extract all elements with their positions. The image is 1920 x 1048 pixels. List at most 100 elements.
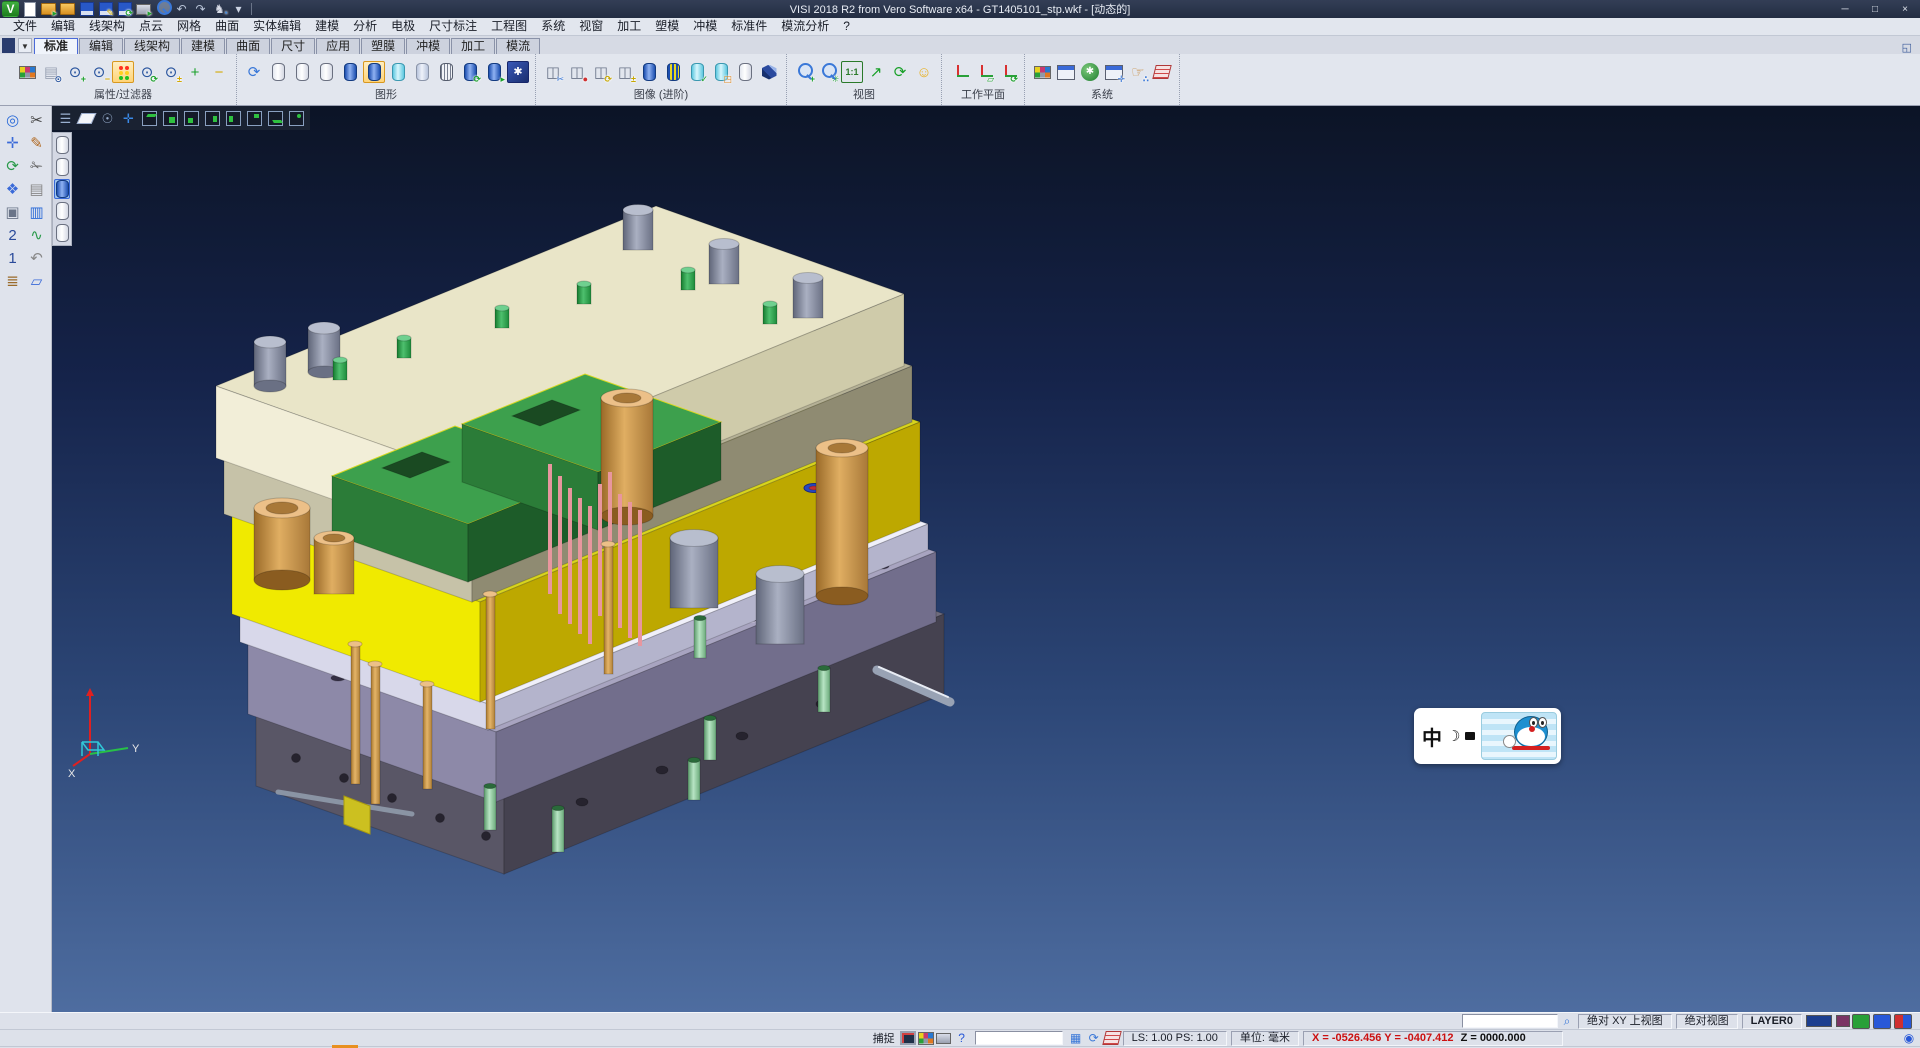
display-tools-icon[interactable]: ✱ [507, 61, 529, 83]
tab-5[interactable]: 尺寸 [271, 38, 315, 54]
invert-visibility-icon[interactable]: ⊙± [160, 61, 182, 83]
rotate-icon[interactable]: ⟳ [2, 155, 24, 177]
solid-select-icon[interactable]: ◫✂ [542, 61, 564, 83]
open-recent-icon[interactable] [59, 1, 76, 17]
menu-item-18[interactable]: 模流分析 [774, 18, 836, 35]
screen-toggle-icon[interactable] [899, 1031, 917, 1046]
absolute-view-segment[interactable]: 绝对视图 [1676, 1014, 1738, 1029]
shaded-display-icon[interactable] [339, 61, 361, 83]
save-sync-icon[interactable]: ⟳ [116, 1, 133, 17]
move-icon[interactable]: ✛ [2, 132, 24, 154]
shading-smiley-icon[interactable]: ☺ [913, 61, 935, 83]
tab-10[interactable]: 模流 [496, 38, 540, 54]
secondary-color-swatch[interactable] [1836, 1015, 1850, 1027]
copy-entity-icon[interactable]: ▱ [26, 270, 48, 292]
search-icon[interactable]: ⌕ [1558, 1014, 1576, 1029]
view-rotate-icon[interactable]: ⟳ [889, 61, 911, 83]
workplane-rotate-icon[interactable]: ⟳ [996, 61, 1018, 83]
grid-toggle-icon[interactable] [1103, 1031, 1121, 1046]
menu-item-7[interactable]: 建模 [308, 18, 346, 35]
solid-wireframe-icon[interactable] [734, 61, 756, 83]
attribute-copy-icon[interactable]: ▤⊙ [40, 61, 62, 83]
curve-1-icon[interactable]: 1 [2, 247, 24, 269]
menu-item-15[interactable]: 塑模 [648, 18, 686, 35]
macro-icon[interactable]: ♞◔ [211, 1, 228, 17]
snap-points-icon[interactable]: ☞∴ [1127, 61, 1149, 83]
command-input[interactable] [975, 1031, 1063, 1045]
menu-item-12[interactable]: 系统 [534, 18, 572, 35]
menu-item-2[interactable]: 线架构 [82, 18, 132, 35]
snap-grid-icon[interactable]: ▦ [1067, 1031, 1085, 1046]
show-entities-icon[interactable]: ⊙+ [64, 61, 86, 83]
toolbar-more-icon[interactable]: ▾ [230, 1, 247, 17]
view-mode-segment[interactable]: 绝对 XY 上视图 [1578, 1014, 1672, 1029]
transparent-display-icon[interactable] [387, 61, 409, 83]
menu-item-4[interactable]: 网格 [170, 18, 208, 35]
layers-mini-icon[interactable] [1852, 1014, 1870, 1029]
zoom-actual-icon[interactable]: 1:1 [841, 61, 863, 83]
curve-2-icon[interactable]: 2 [2, 224, 24, 246]
tab-9[interactable]: 加工 [451, 38, 495, 54]
print-toggle-icon[interactable] [935, 1031, 953, 1046]
solid-check-icon[interactable]: ✓ [686, 61, 708, 83]
convert-display-icon[interactable]: ▸ [483, 61, 505, 83]
workplane-align-icon[interactable]: ▱ [972, 61, 994, 83]
flat-display-icon[interactable] [411, 61, 433, 83]
tab-menu-button[interactable]: ▼ [18, 38, 32, 53]
ime-bar[interactable]: 中 ☽ [1414, 708, 1561, 764]
trim-icon[interactable]: ✂ [26, 109, 48, 131]
tab-4[interactable]: 曲面 [226, 38, 270, 54]
grid-sheet-icon[interactable] [1151, 61, 1173, 83]
hide-all-icon[interactable]: − [208, 61, 230, 83]
update-display-icon[interactable]: ⟳ [459, 61, 481, 83]
menu-item-6[interactable]: 实体编辑 [246, 18, 308, 35]
workplane-set-icon[interactable] [948, 61, 970, 83]
solid-filter-icon[interactable]: ◫● [566, 61, 588, 83]
help-icon[interactable]: ? [953, 1031, 971, 1046]
new-document-icon[interactable] [21, 1, 38, 17]
viewport-3d[interactable]: ☰☉✛ [52, 106, 1920, 1012]
stamp-icon[interactable]: ▣ [2, 201, 24, 223]
tab-6[interactable]: 应用 [316, 38, 360, 54]
tab-3[interactable]: 建模 [181, 38, 225, 54]
print-icon[interactable]: ▸ [135, 1, 152, 17]
render-toggle-icon[interactable] [917, 1031, 935, 1046]
tab-2[interactable]: 线架构 [124, 38, 180, 54]
redraw-icon[interactable]: ⟳ [243, 61, 265, 83]
layers-icon[interactable]: ▥ [26, 201, 48, 223]
preview-icon[interactable] [154, 1, 171, 17]
show-all-icon[interactable]: + [184, 61, 206, 83]
menu-item-11[interactable]: 工程图 [484, 18, 534, 35]
menu-item-3[interactable]: 点云 [132, 18, 170, 35]
hide-entities-icon[interactable]: ⊙− [88, 61, 110, 83]
save-as-icon[interactable]: ✎ [97, 1, 114, 17]
zoom-dynamic-icon[interactable]: ↗ [865, 61, 887, 83]
solid-invert-icon[interactable]: ◫± [614, 61, 636, 83]
solid-refresh-icon[interactable]: ◫⟳ [590, 61, 612, 83]
visibility-filter-icon[interactable] [112, 61, 134, 83]
views-mini-icon[interactable] [1873, 1014, 1891, 1029]
menu-item-16[interactable]: 冲模 [686, 18, 724, 35]
refresh-visibility-icon[interactable]: ⊙⟳ [136, 61, 158, 83]
search-input[interactable] [1462, 1014, 1558, 1028]
tab-8[interactable]: 冲模 [406, 38, 450, 54]
tab-1[interactable]: 编辑 [79, 38, 123, 54]
refresh-status-icon[interactable]: ⟳ [1085, 1031, 1103, 1046]
save-icon[interactable] [78, 1, 95, 17]
ime-fullwidth-icon[interactable]: ☽ [1447, 727, 1460, 745]
zoom-window-icon[interactable]: + [793, 61, 815, 83]
menu-item-5[interactable]: 曲面 [208, 18, 246, 35]
color-table-icon[interactable] [1031, 61, 1053, 83]
hidden-line-display-icon[interactable] [291, 61, 313, 83]
colors-mini-icon[interactable] [1894, 1014, 1912, 1029]
menu-item-13[interactable]: 视窗 [572, 18, 610, 35]
spline-icon[interactable]: ∿ [26, 224, 48, 246]
system-config-icon[interactable]: ✱ [1079, 61, 1101, 83]
info-icon[interactable]: ◉ [1900, 1031, 1918, 1046]
solid-copy-icon[interactable]: ◳ [710, 61, 732, 83]
open-file-icon[interactable]: ▸ [40, 1, 57, 17]
solid-striped-icon[interactable] [662, 61, 684, 83]
ime-keyboard-icon[interactable] [1465, 732, 1475, 740]
hatched-display-icon[interactable] [435, 61, 457, 83]
menu-item-8[interactable]: 分析 [346, 18, 384, 35]
